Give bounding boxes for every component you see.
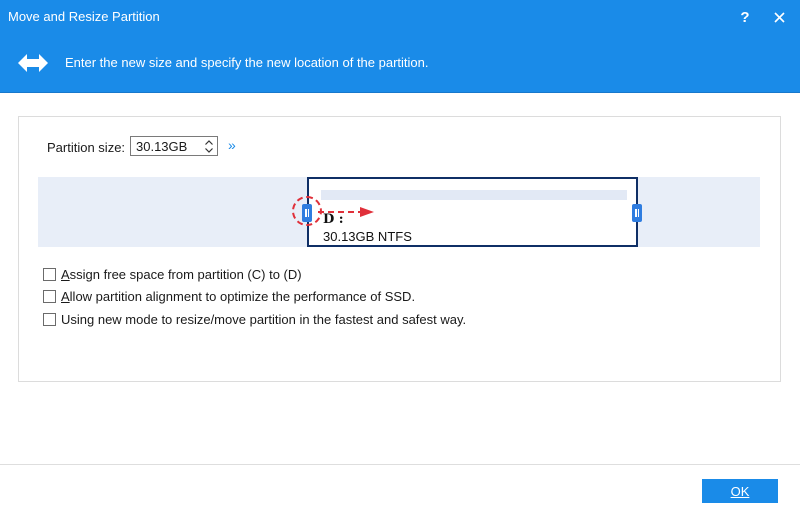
partition-alignment-checkbox[interactable] [43,289,56,303]
help-button[interactable]: ? [730,0,760,34]
spin-up-button[interactable] [203,138,215,146]
close-icon [773,11,785,23]
close-button[interactable] [764,0,794,34]
resize-arrows-icon [18,54,48,72]
spin-down-button[interactable] [203,146,215,154]
assign-free-space-label: Assign free space from partition (C) to … [61,266,302,282]
title-bar: Move and Resize Partition ? [0,0,800,34]
chevron-down-icon [205,147,213,153]
instruction-banner: Enter the new size and specify the new l… [0,34,800,93]
partition-usage-bar [321,190,627,200]
assign-free-space-checkbox[interactable] [43,267,56,281]
footer-divider [0,464,800,465]
drag-arrow-icon [318,207,374,217]
spin-buttons [203,138,215,154]
expand-options-button[interactable]: » [228,137,236,153]
partition-size-input[interactable] [136,138,200,154]
partition-info: 30.13GB NTFS [323,229,412,244]
chevron-up-icon [205,139,213,145]
instruction-text: Enter the new size and specify the new l… [65,55,429,70]
partition-alignment-label: Allow partition alignment to optimize th… [61,288,416,304]
new-mode-checkbox[interactable] [43,312,56,326]
right-resize-handle[interactable] [632,204,642,222]
partition-size-stepper[interactable] [130,136,218,156]
ok-button[interactable]: OK [702,479,778,503]
partition-size-label: Partition size: [47,140,126,155]
left-resize-handle[interactable] [302,204,312,222]
option-new-mode[interactable]: Using new mode to resize/move partition … [43,311,466,327]
new-mode-label: Using new mode to resize/move partition … [61,311,467,327]
help-label: ? [740,8,750,26]
option-partition-alignment[interactable]: Allow partition alignment to optimize th… [43,288,415,304]
option-assign-free-space[interactable]: Assign free space from partition (C) to … [43,266,302,282]
window-title: Move and Resize Partition [8,9,160,24]
